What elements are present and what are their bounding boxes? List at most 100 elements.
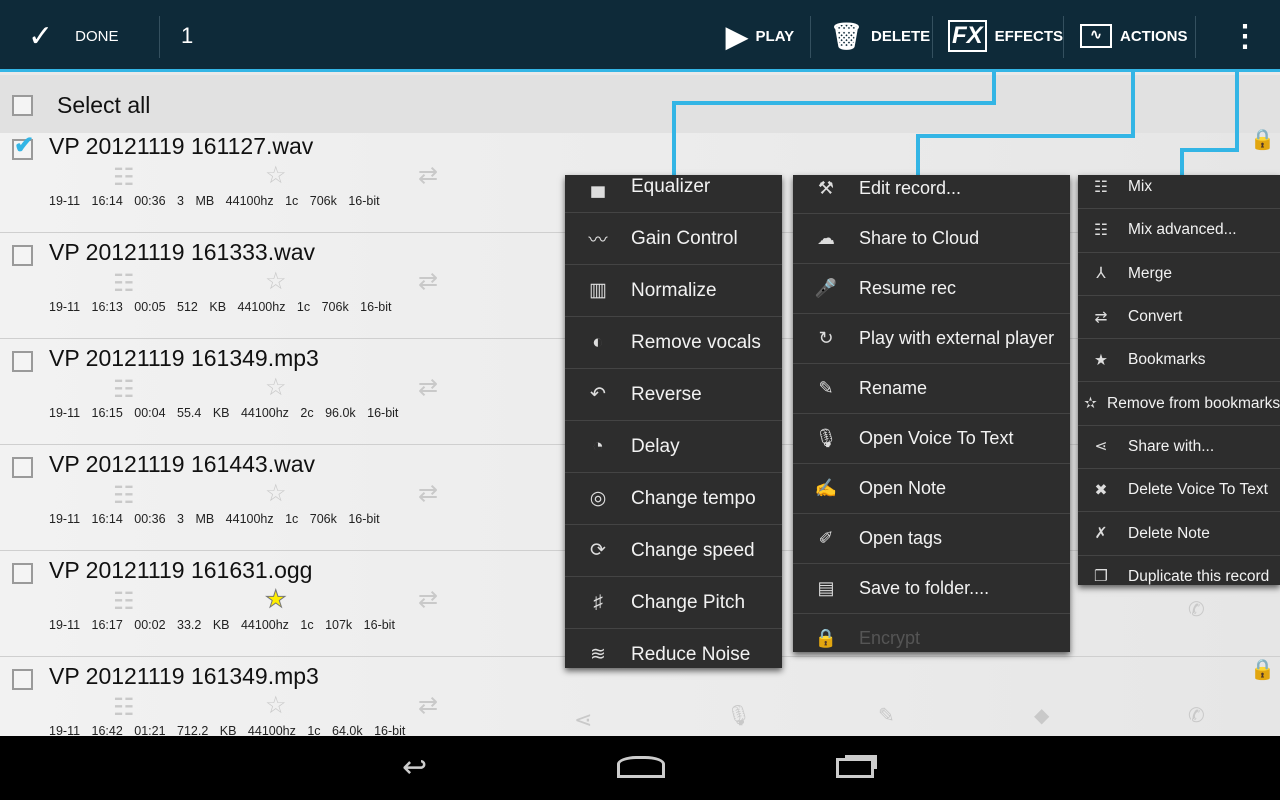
overflow-menu-icon[interactable]: ⋮: [1230, 0, 1260, 72]
phone-icon[interactable]: ✆: [1188, 703, 1205, 728]
star-icon[interactable]: ☆: [265, 161, 287, 190]
voice-to-text-icon[interactable]: 🎙: [726, 703, 751, 728]
actions-button[interactable]: ∿ ACTIONS: [1080, 0, 1188, 72]
checkmark-icon: ✔: [14, 132, 35, 159]
menu-item-label: Mix advanced...: [1128, 221, 1237, 239]
menu-item-label: Encrypt: [859, 628, 921, 648]
menu-item-delay[interactable]: ◔ Delay: [565, 421, 782, 473]
home-icon[interactable]: [617, 756, 665, 778]
menu-item-open-voice-to-text[interactable]: 🎙 Open Voice To Text: [793, 414, 1070, 464]
back-icon[interactable]: ↩: [402, 750, 427, 785]
menu-item-remove-vocals[interactable]: ◐ Remove vocals: [565, 317, 782, 369]
shuffle-icon[interactable]: ⇄: [418, 479, 438, 508]
row-checkbox[interactable]: [12, 457, 33, 478]
shuffle-icon[interactable]: ⇄: [418, 267, 438, 296]
menu-item-open-note[interactable]: ✍ Open Note: [793, 464, 1070, 514]
menu-item-reverse[interactable]: ↶ Reverse: [565, 369, 782, 421]
menu-item-encrypt[interactable]: 🔒 Encrypt: [793, 614, 1070, 652]
menu-item-share-to-cloud[interactable]: ☁ Share to Cloud: [793, 214, 1070, 264]
play-icon: ▶: [726, 20, 748, 52]
menu-item-label: Remove from bookmarks: [1107, 394, 1280, 412]
row-checkbox[interactable]: [12, 563, 33, 584]
equalizer-icon[interactable]: ☷: [113, 587, 135, 616]
row-checkbox[interactable]: ✔: [12, 132, 34, 160]
row-checkbox[interactable]: [12, 245, 33, 266]
lock-icon[interactable]: 🔒: [1250, 657, 1275, 682]
menu-item-change-pitch[interactable]: ♯ Change Pitch: [565, 577, 782, 629]
shuffle-icon[interactable]: ⇄: [418, 373, 438, 402]
menu-item-normalize[interactable]: ▥ Normalize: [565, 265, 782, 317]
menu-item-remove-from-bookmarks[interactable]: ✫ Remove from bookmarks: [1078, 383, 1280, 426]
menu-item-resume-rec[interactable]: 🎤 Resume rec: [793, 264, 1070, 314]
equalizer-icon[interactable]: ☷: [113, 163, 135, 192]
pitch-icon: ♯: [593, 591, 603, 613]
menu-item-rename[interactable]: ✎ Rename: [793, 364, 1070, 414]
menu-item-change-speed[interactable]: ⟳ Change speed: [565, 525, 782, 577]
menu-item-mix-advanced[interactable]: ☷ Mix advanced...: [1078, 209, 1280, 253]
lock-icon[interactable]: 🔒: [1250, 127, 1275, 152]
menu-item-merge[interactable]: ⅄ Merge: [1078, 253, 1280, 296]
menu-item-gain-control[interactable]: 〰 Gain Control: [565, 213, 782, 265]
equalizer-icon: ▄: [591, 175, 605, 197]
menu-item-label: Reduce Noise: [631, 643, 751, 665]
menu-item-label: Equalizer: [631, 175, 711, 197]
menu-item-bookmarks[interactable]: ★ Bookmarks: [1078, 339, 1280, 383]
menu-item-share-with[interactable]: ⋖ Share with...: [1078, 426, 1280, 470]
fx-icon: FX: [948, 20, 987, 52]
select-all-row[interactable]: Select all: [0, 75, 1280, 133]
equalizer-icon[interactable]: ☷: [113, 269, 135, 298]
menu-item-duplicate-this-record[interactable]: ❐ Duplicate this record: [1078, 556, 1280, 585]
menu-item-equalizer[interactable]: ▄ Equalizer: [565, 175, 782, 213]
phone-icon[interactable]: ✆: [1188, 597, 1205, 622]
tempo-icon: ◎: [589, 488, 607, 509]
menu-item-play-with-external-player[interactable]: ↻ Play with external player: [793, 314, 1070, 364]
menu-item-label: Rename: [859, 378, 928, 398]
share-icon[interactable]: ⋖: [574, 707, 592, 733]
menu-item-reduce-noise[interactable]: ≋ Reduce Noise: [565, 629, 782, 668]
select-all-checkbox[interactable]: [12, 95, 33, 116]
shuffle-icon[interactable]: ⇄: [418, 161, 438, 190]
star-icon[interactable]: ☆: [265, 479, 287, 508]
menu-item-mix[interactable]: ☷ Mix: [1078, 175, 1280, 210]
tag-icon[interactable]: ◆: [1034, 703, 1049, 728]
star-icon[interactable]: ☆: [265, 267, 287, 296]
external-player-icon: ↻: [818, 328, 834, 348]
row-checkbox[interactable]: [12, 669, 33, 690]
menu-item-convert[interactable]: ⇄ Convert: [1078, 296, 1280, 340]
star-icon[interactable]: ☆: [265, 373, 287, 402]
equalizer-icon[interactable]: ☷: [113, 481, 135, 510]
menu-item-save-to-folder[interactable]: ▤ Save to folder....: [793, 564, 1070, 614]
effects-button[interactable]: FX EFFECTS: [948, 0, 1063, 72]
menu-item-label: Open Note: [859, 478, 947, 498]
recording-title: VP 20121119 161349.mp3: [49, 345, 319, 371]
effects-menu: ▄ Equalizer 〰 Gain Control ▥ Normalize ◐ Remove…: [565, 175, 782, 668]
menu-item-label: Resume rec: [859, 278, 957, 298]
menu-item-delete-note[interactable]: ✗ Delete Note: [1078, 512, 1280, 556]
menu-item-change-tempo[interactable]: ◎ Change tempo: [565, 473, 782, 525]
star-icon[interactable]: ☆: [265, 691, 287, 720]
menu-item-label: Delete Voice To Text: [1128, 481, 1268, 499]
recents-icon[interactable]: [836, 758, 874, 778]
menu-item-delete-voice-to-text[interactable]: ✖ Delete Voice To Text: [1078, 469, 1280, 513]
equalizer-icon[interactable]: ☷: [113, 693, 135, 722]
shuffle-icon[interactable]: ⇄: [418, 691, 438, 720]
equalizer-icon[interactable]: ☷: [113, 375, 135, 404]
actions-label: ACTIONS: [1120, 27, 1188, 45]
play-button[interactable]: ▶ PLAY: [726, 0, 794, 72]
menu-item-label: Convert: [1128, 308, 1183, 326]
shuffle-icon[interactable]: ⇄: [418, 585, 438, 614]
menu-item-label: Remove vocals: [631, 331, 761, 353]
remove-vocals-icon: ◐: [592, 331, 604, 353]
note-icon[interactable]: ✎: [878, 703, 895, 728]
menu-item-open-tags[interactable]: ✐ Open tags: [793, 514, 1070, 564]
menu-item-edit-record[interactable]: ⚒ Edit record...: [793, 175, 1070, 214]
delete-button[interactable]: 🗑 DELETE: [830, 0, 930, 72]
menu-item-label: Merge: [1128, 264, 1172, 282]
star-icon[interactable]: ★: [265, 585, 287, 614]
speed-icon: ⟳: [590, 540, 606, 561]
effects-label: EFFECTS: [994, 27, 1064, 45]
row-checkbox[interactable]: [12, 351, 33, 372]
delete-label: DELETE: [871, 27, 931, 45]
menu-item-label: Edit record...: [859, 178, 962, 198]
done-button[interactable]: ✓ DONE: [28, 0, 118, 72]
